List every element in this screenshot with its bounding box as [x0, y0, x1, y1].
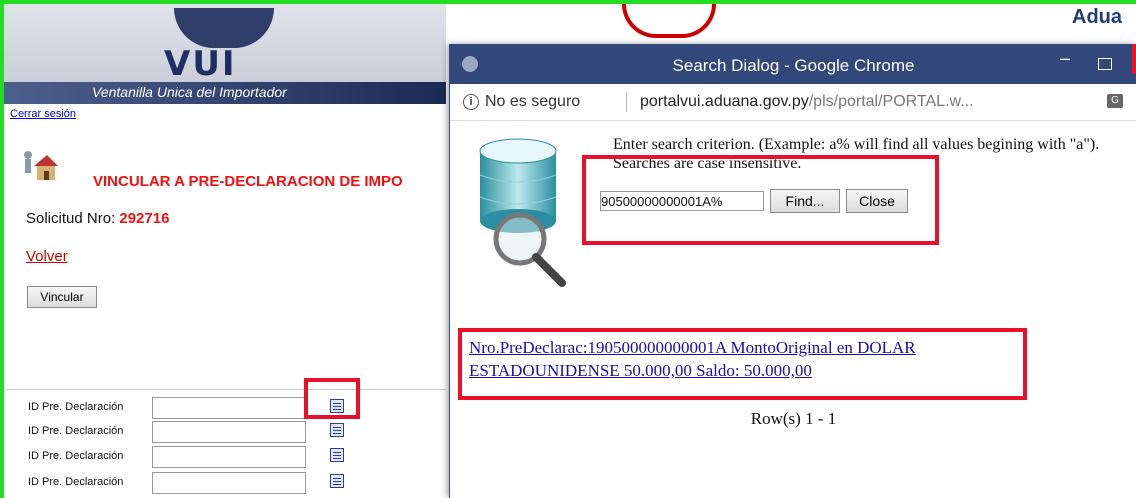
search-dialog: Search Dialog - Google Chrome – i No es …	[449, 44, 1136, 498]
list-lookup-icon[interactable]	[330, 399, 344, 413]
url-path: /pls/portal/PORTAL.w...	[808, 93, 974, 110]
minimize-icon[interactable]: –	[1060, 48, 1070, 69]
vui-subtitle-strip: Ventanilla Unica del Importador	[4, 82, 446, 104]
list-lookup-icon[interactable]	[330, 448, 344, 462]
result-link[interactable]: Nro.PreDeclarac:190500000000001A MontoOr…	[469, 336, 1069, 382]
page-title: VINCULAR A PRE-DECLARACION DE IMPO	[93, 173, 403, 190]
section-divider	[6, 389, 446, 390]
back-link[interactable]: Volver	[26, 248, 68, 265]
database-search-icon	[479, 138, 566, 287]
id-input[interactable]	[152, 472, 306, 494]
id-label: ID Pre. Declaración	[28, 450, 124, 462]
url-host: portalvui.aduana.gov.py	[640, 93, 809, 110]
list-lookup-icon[interactable]	[330, 423, 344, 437]
link-button[interactable]: Vincular	[27, 286, 97, 308]
address-bar[interactable]: i No es seguro portalvui.aduana.gov.py/p…	[450, 84, 1136, 121]
vui-logo-text: VUI	[164, 44, 237, 84]
address-separator	[626, 92, 627, 112]
search-input[interactable]	[600, 191, 764, 211]
solicitud-number: 292716	[119, 210, 170, 227]
list-lookup-icon[interactable]	[330, 474, 344, 488]
dialog-titlebar: Search Dialog - Google Chrome –	[450, 44, 1136, 84]
result-line-1[interactable]: Nro.PreDeclarac:190500000000001A MontoOr…	[469, 336, 1069, 359]
vui-logo-shape	[174, 8, 274, 48]
id-input[interactable]	[152, 446, 306, 468]
vui-banner: VUI	[4, 4, 446, 84]
id-input[interactable]	[152, 421, 306, 443]
id-label: ID Pre. Declaración	[28, 476, 124, 488]
translate-icon[interactable]: G	[1107, 94, 1123, 108]
security-label: No es seguro	[485, 93, 581, 110]
dialog-content: Enter search criterion. (Example: a% wil…	[450, 121, 1136, 498]
aduana-brand: Adua	[1072, 6, 1122, 28]
url-text: portalvui.aduana.gov.py/pls/portal/PORTA…	[640, 93, 974, 111]
close-button[interactable]: Close	[846, 189, 908, 213]
dialog-title: Search Dialog - Google Chrome	[672, 56, 915, 75]
id-label: ID Pre. Declaración	[28, 425, 124, 437]
logout-link[interactable]: Cerrar sesión	[10, 108, 76, 120]
find-button[interactable]: Find...	[770, 189, 840, 213]
id-input[interactable]	[152, 397, 306, 419]
rows-count: Row(s) 1 - 1	[750, 409, 837, 428]
search-instructions: Enter search criterion. (Example: a% wil…	[613, 136, 1100, 172]
house-user-icon	[24, 151, 58, 180]
solicitud-info: Solicitud Nro: 292716	[26, 210, 169, 227]
vui-subtitle: Ventanilla Unica del Importador	[92, 84, 287, 100]
id-label: ID Pre. Declaración	[28, 401, 124, 413]
info-icon[interactable]: i	[463, 94, 479, 110]
result-line-2[interactable]: ESTADOUNIDENSE 50.000,00 Saldo: 50.000,0…	[469, 359, 1069, 382]
maximize-icon[interactable]	[1098, 58, 1112, 70]
close-window-icon[interactable]	[1132, 44, 1136, 74]
solicitud-label: Solicitud Nro:	[26, 210, 116, 227]
